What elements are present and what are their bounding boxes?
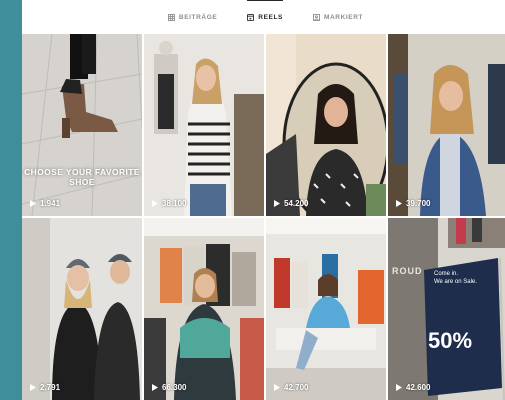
view-count-value: 38.100	[162, 199, 187, 208]
reel-thumbnail	[388, 218, 505, 400]
grid-icon	[167, 13, 175, 21]
reel-thumbnail	[144, 218, 264, 400]
reel-caption: CHOOSE YOUR FAVORITE SHOE	[24, 167, 140, 187]
tab-label: BEITRÄGE	[178, 13, 218, 21]
tag-icon	[312, 13, 320, 21]
tab-markiert[interactable]: MARKIERT	[312, 0, 364, 34]
view-count-value: 66.300	[162, 383, 187, 392]
play-icon	[152, 200, 158, 207]
view-count: 42.700	[274, 383, 308, 392]
play-icon	[30, 384, 36, 391]
view-count: 39.700	[396, 199, 430, 208]
tab-reels[interactable]: REELS	[247, 0, 283, 34]
reel-tile[interactable]: 42.700	[266, 218, 386, 400]
play-icon	[396, 200, 402, 207]
view-count-value: 54.200	[284, 199, 309, 208]
reel-tile[interactable]: ROUD Come in. We are on Sale. 50% 42.600	[388, 218, 505, 400]
reel-tile[interactable]: 2.791	[22, 218, 142, 400]
view-count: 38.100	[152, 199, 186, 208]
view-count-value: 42.600	[406, 383, 431, 392]
view-count-value: 39.700	[406, 199, 431, 208]
reels-icon	[247, 13, 255, 21]
play-icon	[274, 200, 280, 207]
view-count: 66.300	[152, 383, 186, 392]
view-count-value: 2.791	[40, 383, 61, 392]
reel-tile[interactable]: CHOOSE YOUR FAVORITE SHOE 1.941	[22, 34, 142, 216]
play-icon	[152, 384, 158, 391]
reel-thumbnail	[266, 218, 386, 400]
reel-tile[interactable]: 54.200	[266, 34, 386, 216]
profile-panel: BEITRÄGE REELS MARKIERT CHOOSE YOUR FAVO…	[22, 0, 505, 400]
view-count-value: 1.941	[40, 199, 61, 208]
tab-label: REELS	[258, 13, 283, 21]
reel-tile[interactable]: 66.300	[144, 218, 264, 400]
reel-tile[interactable]: 39.700	[388, 34, 505, 216]
view-count: 54.200	[274, 199, 308, 208]
sale-line: We are on Sale.	[434, 279, 477, 285]
tab-label: MARKIERT	[323, 13, 364, 21]
tab-beitraege[interactable]: BEITRÄGE	[167, 0, 218, 34]
reel-thumbnail	[388, 34, 505, 216]
view-count-value: 42.700	[284, 383, 309, 392]
play-icon	[30, 200, 36, 207]
play-icon	[396, 384, 402, 391]
sale-line: Come in.	[434, 271, 459, 277]
view-count: 1.941	[30, 199, 60, 208]
reel-thumbnail	[22, 218, 142, 400]
reel-tile[interactable]: 38.100	[144, 34, 264, 216]
reel-thumbnail	[22, 34, 142, 216]
reel-thumbnail	[144, 34, 264, 216]
profile-tabs: BEITRÄGE REELS MARKIERT	[22, 0, 505, 34]
store-sign-text: ROUD	[392, 266, 423, 276]
sale-percent: 50%	[428, 328, 473, 353]
view-count: 42.600	[396, 383, 430, 392]
reels-grid: CHOOSE YOUR FAVORITE SHOE 1.941 38.100 5…	[22, 34, 505, 400]
reel-thumbnail	[266, 34, 386, 216]
view-count: 2.791	[30, 383, 60, 392]
play-icon	[274, 384, 280, 391]
sale-sign-text: Come in. We are on Sale.	[434, 270, 477, 286]
